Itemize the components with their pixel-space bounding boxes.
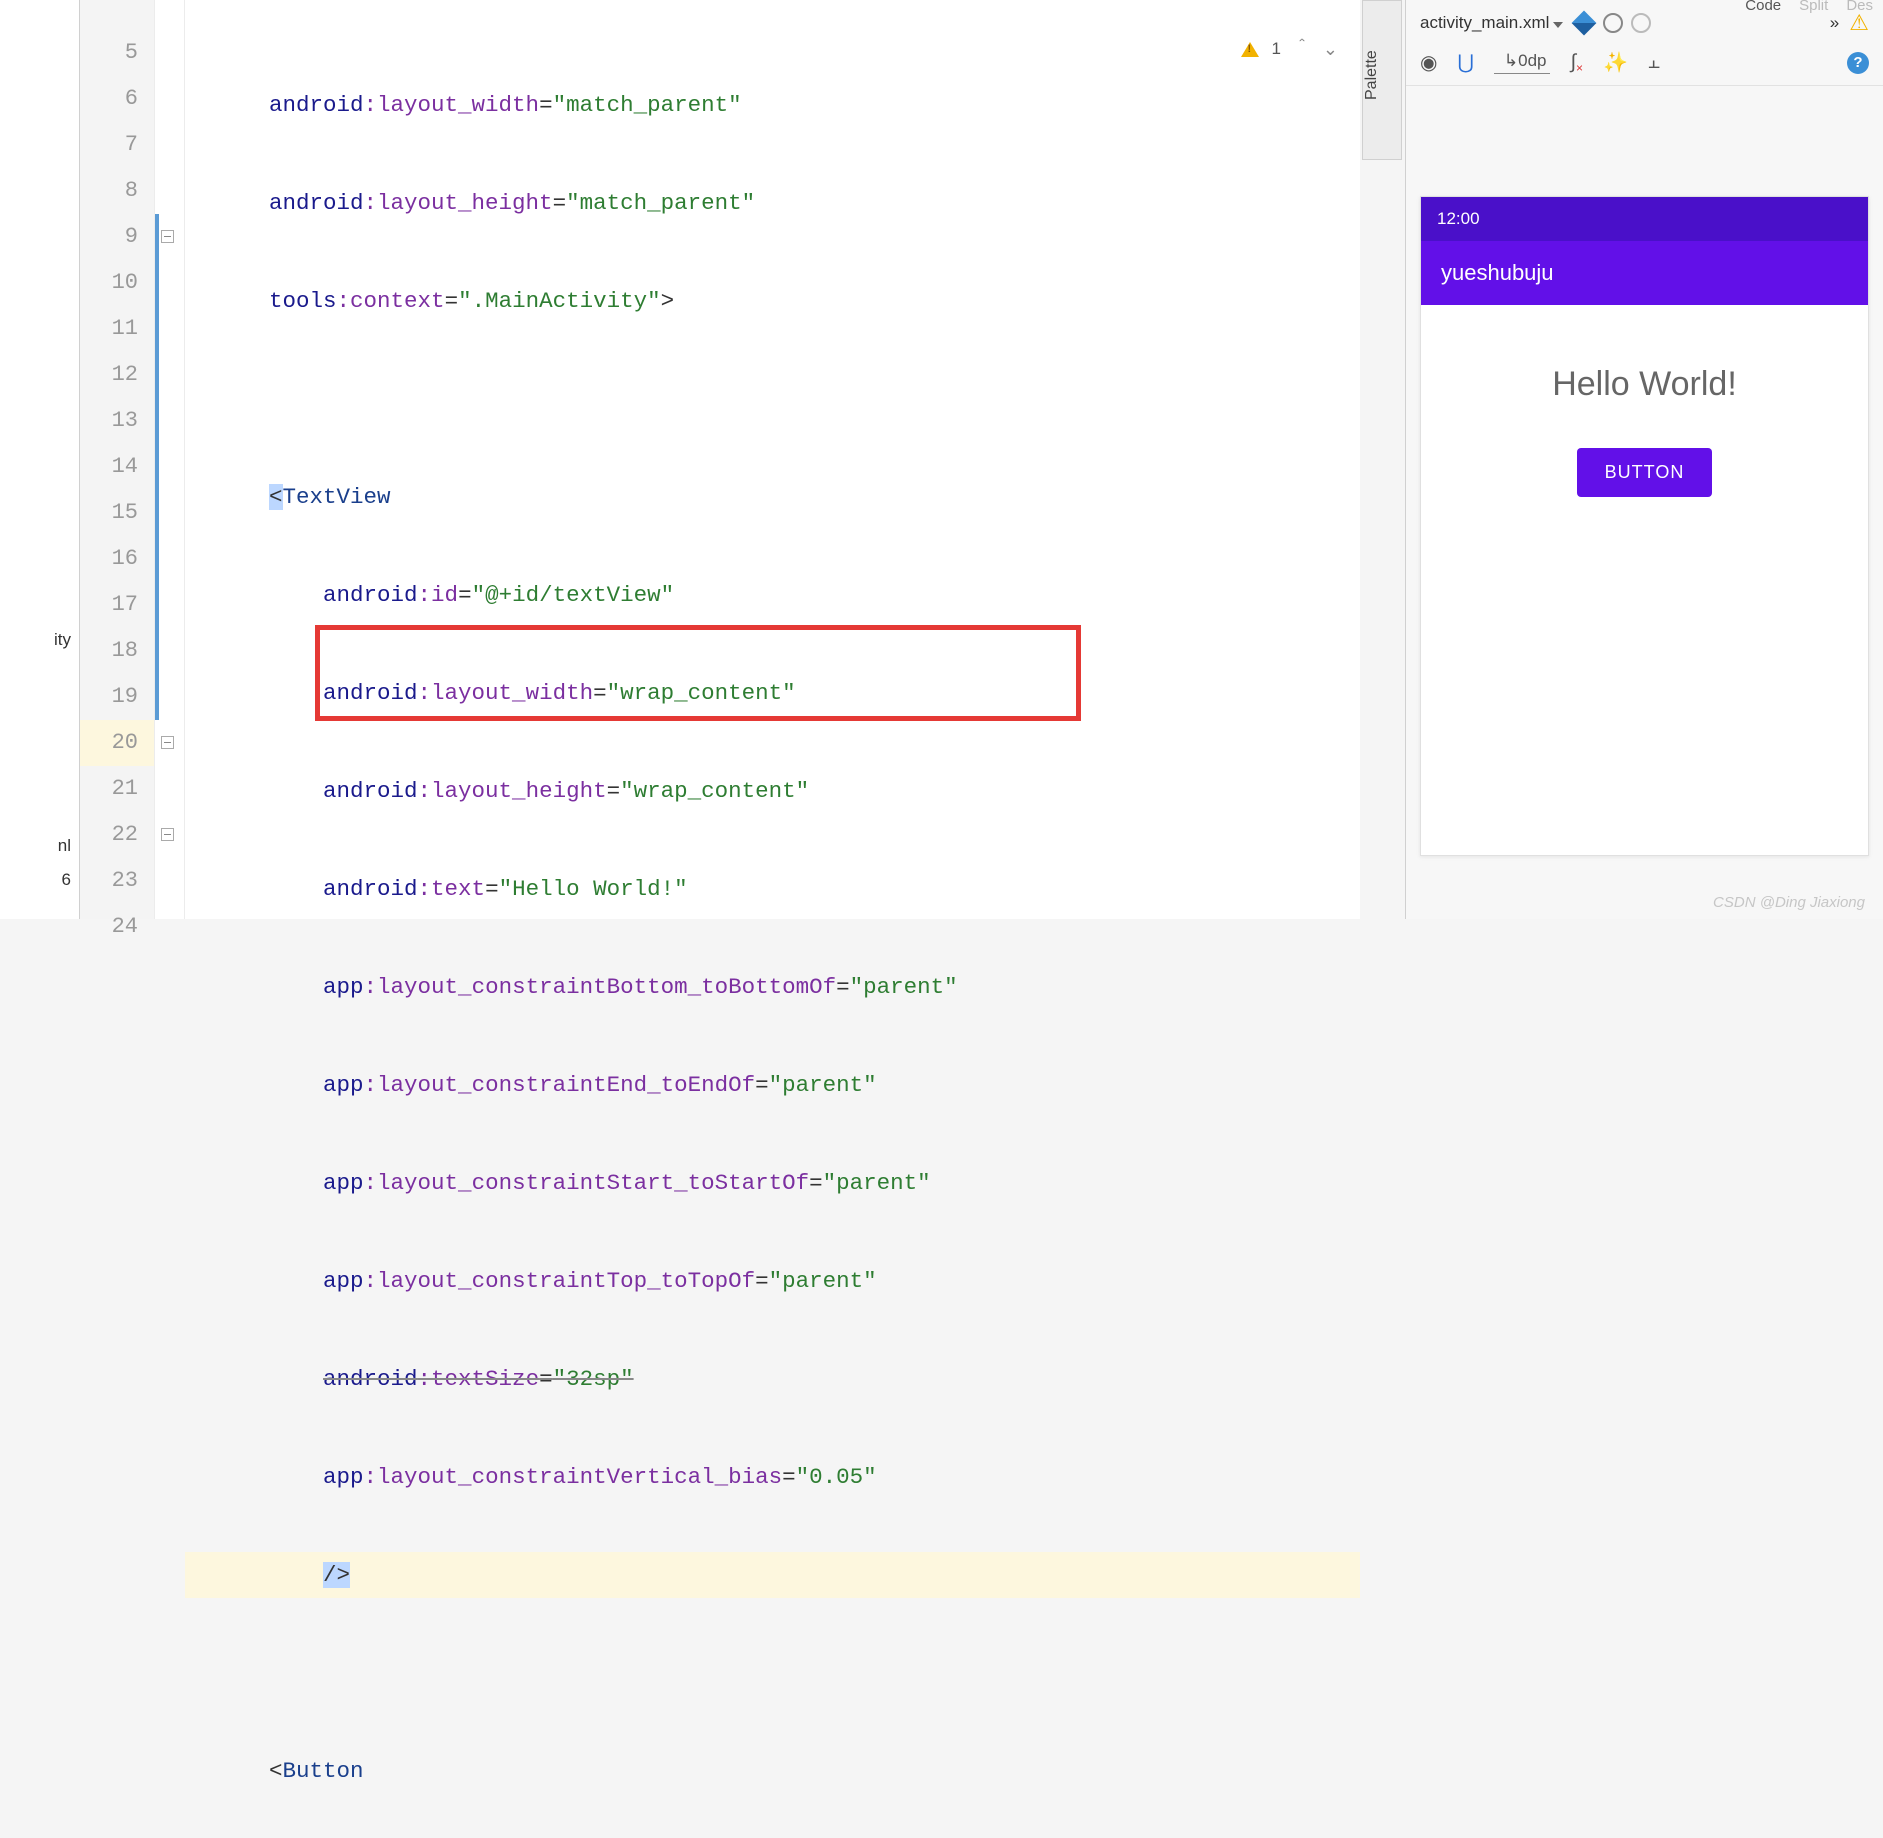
line-number-gutter: 56789101112 13141516171819 2021222324 xyxy=(80,0,155,919)
default-margin-dropdown[interactable]: ↳0dp xyxy=(1494,51,1551,74)
fold-gutter xyxy=(155,0,185,919)
project-item-xml[interactable]: nl xyxy=(58,836,71,856)
warning-count: 1 xyxy=(1271,39,1280,59)
code-editor[interactable]: 56789101112 13141516171819 2021222324 an… xyxy=(80,0,1360,919)
view-split[interactable]: Split xyxy=(1799,0,1828,14)
preview-status-bar: 12:00 xyxy=(1421,197,1868,241)
preview-button[interactable]: BUTTON xyxy=(1577,448,1713,497)
align-icon[interactable]: ⫠ xyxy=(1648,51,1660,74)
preview-clock: 12:00 xyxy=(1437,209,1480,229)
magnet-icon[interactable]: ⋃ xyxy=(1457,50,1473,75)
project-item-activity[interactable]: ity xyxy=(54,630,71,650)
design-panel: Code Split Des activity_main.xml » ⚠ ◉ ⋃… xyxy=(1405,0,1883,919)
eye-icon[interactable]: ◉ xyxy=(1420,50,1437,75)
editor-warnings[interactable]: 1 ＾ ⌄ xyxy=(1241,36,1338,62)
palette-tab[interactable]: Palette xyxy=(1362,0,1402,160)
device-preview[interactable]: 12:00 yueshubuju Hello World! BUTTON xyxy=(1420,196,1869,856)
next-warning-icon[interactable]: ⌄ xyxy=(1323,39,1338,60)
design-surface-icon[interactable] xyxy=(1572,11,1597,36)
fold-marker-icon[interactable] xyxy=(161,828,174,841)
orientation-icon[interactable] xyxy=(1631,13,1651,33)
code-area[interactable]: android:layout_width="match_parent" andr… xyxy=(185,0,1360,919)
blueprint-icon[interactable] xyxy=(1603,13,1623,33)
fold-marker-icon[interactable] xyxy=(161,736,174,749)
view-design[interactable]: Des xyxy=(1846,0,1873,14)
fold-marker-icon[interactable] xyxy=(161,230,174,243)
preview-app-bar: yueshubuju xyxy=(1421,241,1868,305)
preview-app-title: yueshubuju xyxy=(1441,260,1554,286)
clear-constraints-icon[interactable]: ∫× xyxy=(1570,51,1583,74)
project-item-num: 6 xyxy=(62,870,71,890)
preview-textview[interactable]: Hello World! xyxy=(1421,365,1868,404)
help-icon[interactable]: ? xyxy=(1847,52,1869,74)
view-code[interactable]: Code xyxy=(1745,0,1781,14)
infer-constraints-icon[interactable]: ✨ xyxy=(1603,50,1628,75)
prev-warning-icon[interactable]: ＾ xyxy=(1293,36,1311,62)
project-pane[interactable]: ity nl 6 xyxy=(0,0,80,919)
view-mode-switcher: Code Split Des xyxy=(1745,0,1873,20)
warning-icon xyxy=(1241,42,1259,57)
layout-file-dropdown[interactable]: activity_main.xml xyxy=(1420,13,1563,33)
watermark: CSDN @Ding Jiaxiong xyxy=(1713,894,1865,911)
